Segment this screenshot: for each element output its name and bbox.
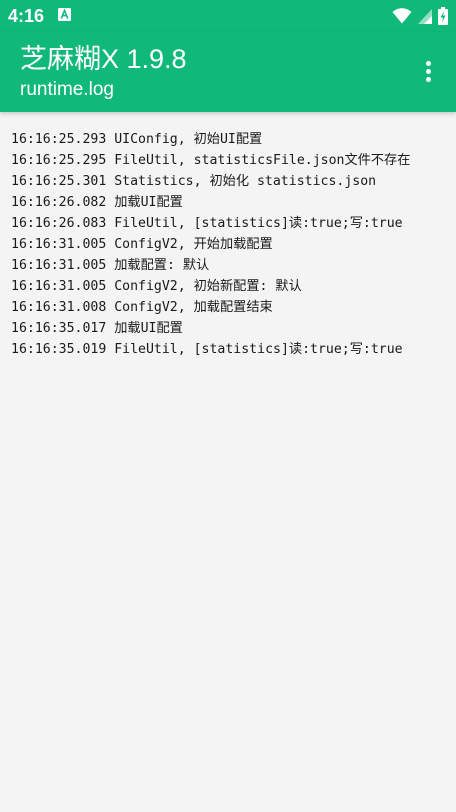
log-line: 16:16:31.005 ConfigV2, 开始加载配置 xyxy=(11,237,273,252)
log-line: 16:16:31.005 加载配置: 默认 xyxy=(11,258,210,273)
app-subtitle: runtime.log xyxy=(20,79,114,100)
log-view[interactable]: 16:16:25.293 UIConfig, 初始UI配置 16:16:25.29… xyxy=(0,112,456,812)
wifi-icon xyxy=(392,8,412,24)
log-line: 16:16:26.083 FileUtil, [statistics]读:tru… xyxy=(11,216,403,231)
log-line: 16:16:31.008 ConfigV2, 加载配置结束 xyxy=(11,300,273,315)
app-title: 芝麻糊X 1.9.8 xyxy=(20,44,187,74)
log-line: 16:16:25.301 Statistics, 初始化 statistics.… xyxy=(11,174,377,189)
more-vert-icon[interactable] xyxy=(414,54,442,90)
log-list: 16:16:25.293 UIConfig, 初始UI配置 16:16:25.29… xyxy=(11,129,410,360)
cell-signal-icon xyxy=(418,8,432,24)
log-line: 16:16:25.293 UIConfig, 初始UI配置 xyxy=(11,132,263,147)
a-square-icon xyxy=(58,8,71,21)
log-line: 16:16:35.019 FileUtil, [statistics]读:tru… xyxy=(11,342,403,357)
log-line: 16:16:26.082 加载UI配置 xyxy=(11,195,183,210)
log-line: 16:16:31.005 ConfigV2, 初始新配置: 默认 xyxy=(11,279,302,294)
status-time: 4:16 xyxy=(8,6,45,26)
app-bar: 芝麻糊X 1.9.8 runtime.log xyxy=(0,32,456,112)
battery-charging-icon xyxy=(438,7,448,25)
status-icons xyxy=(392,7,448,25)
status-bar: 4:16 xyxy=(0,0,456,32)
log-line: 16:16:35.017 加载UI配置 xyxy=(11,321,183,336)
log-line: 16:16:25.295 FileUtil, statisticsFile.js… xyxy=(11,153,411,168)
